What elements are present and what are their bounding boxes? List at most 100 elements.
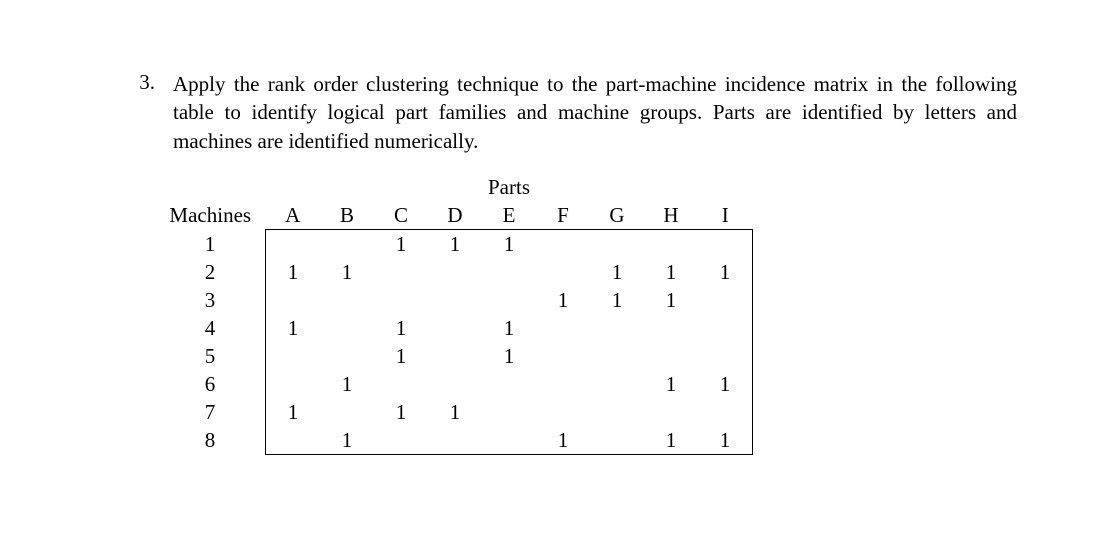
cell: 1: [374, 314, 428, 342]
cell: 1: [266, 398, 321, 426]
cell: 1: [320, 258, 374, 286]
cell: [482, 370, 536, 398]
machine-label: 7: [155, 398, 266, 426]
cell: 1: [428, 230, 482, 259]
cell: [644, 230, 698, 259]
cell: 1: [698, 370, 753, 398]
problem-text: Apply the rank order clustering techniqu…: [173, 70, 1017, 155]
machine-label: 1: [155, 230, 266, 259]
cell: 1: [428, 398, 482, 426]
cell: 1: [644, 370, 698, 398]
part-head: A: [266, 201, 321, 230]
cell: [536, 258, 590, 286]
machine-label: 3: [155, 286, 266, 314]
parts-label-row: Parts: [155, 173, 753, 201]
matrix-table-wrap: Parts Machines A B C D E F G H I 1: [155, 173, 1017, 455]
cell: [428, 342, 482, 370]
part-head: F: [536, 201, 590, 230]
part-head: I: [698, 201, 753, 230]
cell: [482, 286, 536, 314]
cell: 1: [644, 426, 698, 455]
cell: 1: [482, 314, 536, 342]
machines-label: Machines: [155, 201, 266, 230]
cell: 1: [590, 286, 644, 314]
cell: [590, 370, 644, 398]
part-head: E: [482, 201, 536, 230]
cell: 1: [374, 398, 428, 426]
cell: 1: [320, 426, 374, 455]
table-row: 7 1 1 1: [155, 398, 753, 426]
cell: 1: [698, 258, 753, 286]
cell: [536, 370, 590, 398]
cell: [590, 426, 644, 455]
cell: [266, 286, 321, 314]
cell: [320, 286, 374, 314]
machine-label: 2: [155, 258, 266, 286]
cell: 1: [536, 426, 590, 455]
matrix-table: Parts Machines A B C D E F G H I 1: [155, 173, 753, 455]
table-row: 1 1 1 1: [155, 230, 753, 259]
table-row: 2 1 1 1 1 1: [155, 258, 753, 286]
part-head: D: [428, 201, 482, 230]
machine-label: 8: [155, 426, 266, 455]
cell: 1: [374, 230, 428, 259]
cell: [698, 314, 753, 342]
cell: [266, 342, 321, 370]
cell: [428, 426, 482, 455]
cell: 1: [266, 258, 321, 286]
problem-number: 3.: [100, 70, 173, 95]
table-row: 5 1 1: [155, 342, 753, 370]
cell: [374, 286, 428, 314]
cell: [590, 230, 644, 259]
cell: [536, 314, 590, 342]
cell: [536, 398, 590, 426]
cell: 1: [482, 342, 536, 370]
cell: [698, 286, 753, 314]
cell: [590, 398, 644, 426]
cell: [698, 398, 753, 426]
cell: [266, 230, 321, 259]
cell: [428, 258, 482, 286]
cell: [320, 342, 374, 370]
cell: [428, 370, 482, 398]
cell: 1: [536, 286, 590, 314]
cell: [698, 342, 753, 370]
table-row: 4 1 1 1: [155, 314, 753, 342]
cell: [320, 314, 374, 342]
cell: [536, 230, 590, 259]
cell: 1: [644, 258, 698, 286]
cell: 1: [590, 258, 644, 286]
table-row: 8 1 1 1 1: [155, 426, 753, 455]
part-head: C: [374, 201, 428, 230]
cell: [482, 258, 536, 286]
page: 3. Apply the rank order clustering techn…: [0, 0, 1117, 533]
cell: [320, 398, 374, 426]
cell: [374, 258, 428, 286]
cell: [536, 342, 590, 370]
machine-label: 6: [155, 370, 266, 398]
parts-label: Parts: [482, 173, 536, 201]
cell: [374, 426, 428, 455]
part-head: B: [320, 201, 374, 230]
cell: [644, 342, 698, 370]
cell: [482, 398, 536, 426]
cell: [590, 342, 644, 370]
cell: [266, 426, 321, 455]
cell: 1: [374, 342, 428, 370]
cell: [374, 370, 428, 398]
table-row: 3 1 1 1: [155, 286, 753, 314]
cell: 1: [320, 370, 374, 398]
machine-label: 4: [155, 314, 266, 342]
machine-label: 5: [155, 342, 266, 370]
cell: [482, 426, 536, 455]
cell: 1: [482, 230, 536, 259]
header-row: Machines A B C D E F G H I: [155, 201, 753, 230]
cell: 1: [266, 314, 321, 342]
cell: [590, 314, 644, 342]
cell: [644, 398, 698, 426]
table-row: 6 1 1 1: [155, 370, 753, 398]
cell: [698, 230, 753, 259]
cell: 1: [698, 426, 753, 455]
part-head: H: [644, 201, 698, 230]
cell: [644, 314, 698, 342]
